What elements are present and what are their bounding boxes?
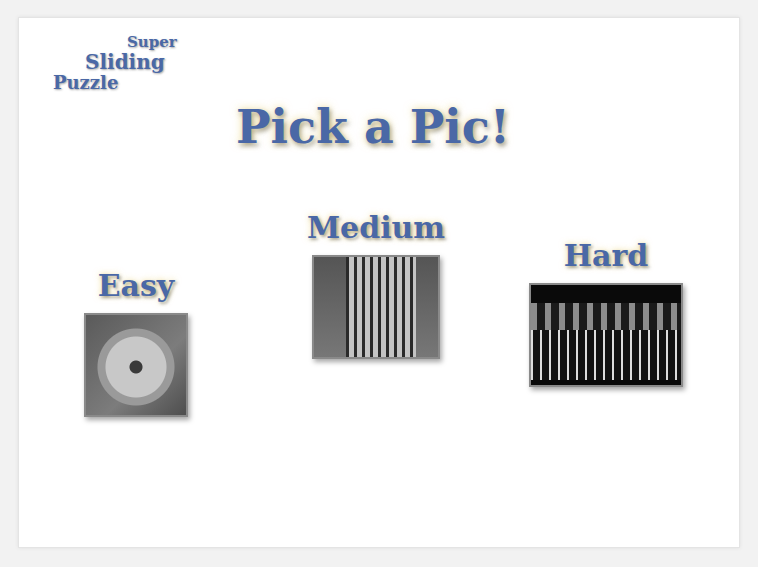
difficulty-label[interactable]: Hard	[564, 238, 649, 273]
puzzle-picture[interactable]	[529, 283, 683, 387]
difficulty-label[interactable]: Medium	[307, 210, 445, 245]
logo-word: Puzzle	[53, 73, 739, 93]
puzzle-picture[interactable]	[312, 255, 440, 359]
logo-word: Sliding	[85, 51, 739, 73]
menu-title: Pick a Pic!	[19, 100, 739, 154]
game-logo: SuperSlidingPuzzle	[19, 34, 739, 92]
difficulty-choice[interactable]: Medium	[286, 210, 466, 359]
puzzle-picture[interactable]	[84, 313, 188, 417]
difficulty-choice[interactable]: Hard	[511, 238, 701, 387]
logo-word: Super	[127, 34, 739, 51]
difficulty-choices: Easy Medium Hard	[19, 210, 739, 417]
difficulty-label[interactable]: Easy	[98, 268, 175, 303]
page: SuperSlidingPuzzle Pick a Pic! Easy Medium H…	[0, 0, 758, 567]
menu-panel: SuperSlidingPuzzle Pick a Pic! Easy Medium H…	[18, 17, 740, 548]
difficulty-choice[interactable]: Easy	[66, 268, 206, 417]
